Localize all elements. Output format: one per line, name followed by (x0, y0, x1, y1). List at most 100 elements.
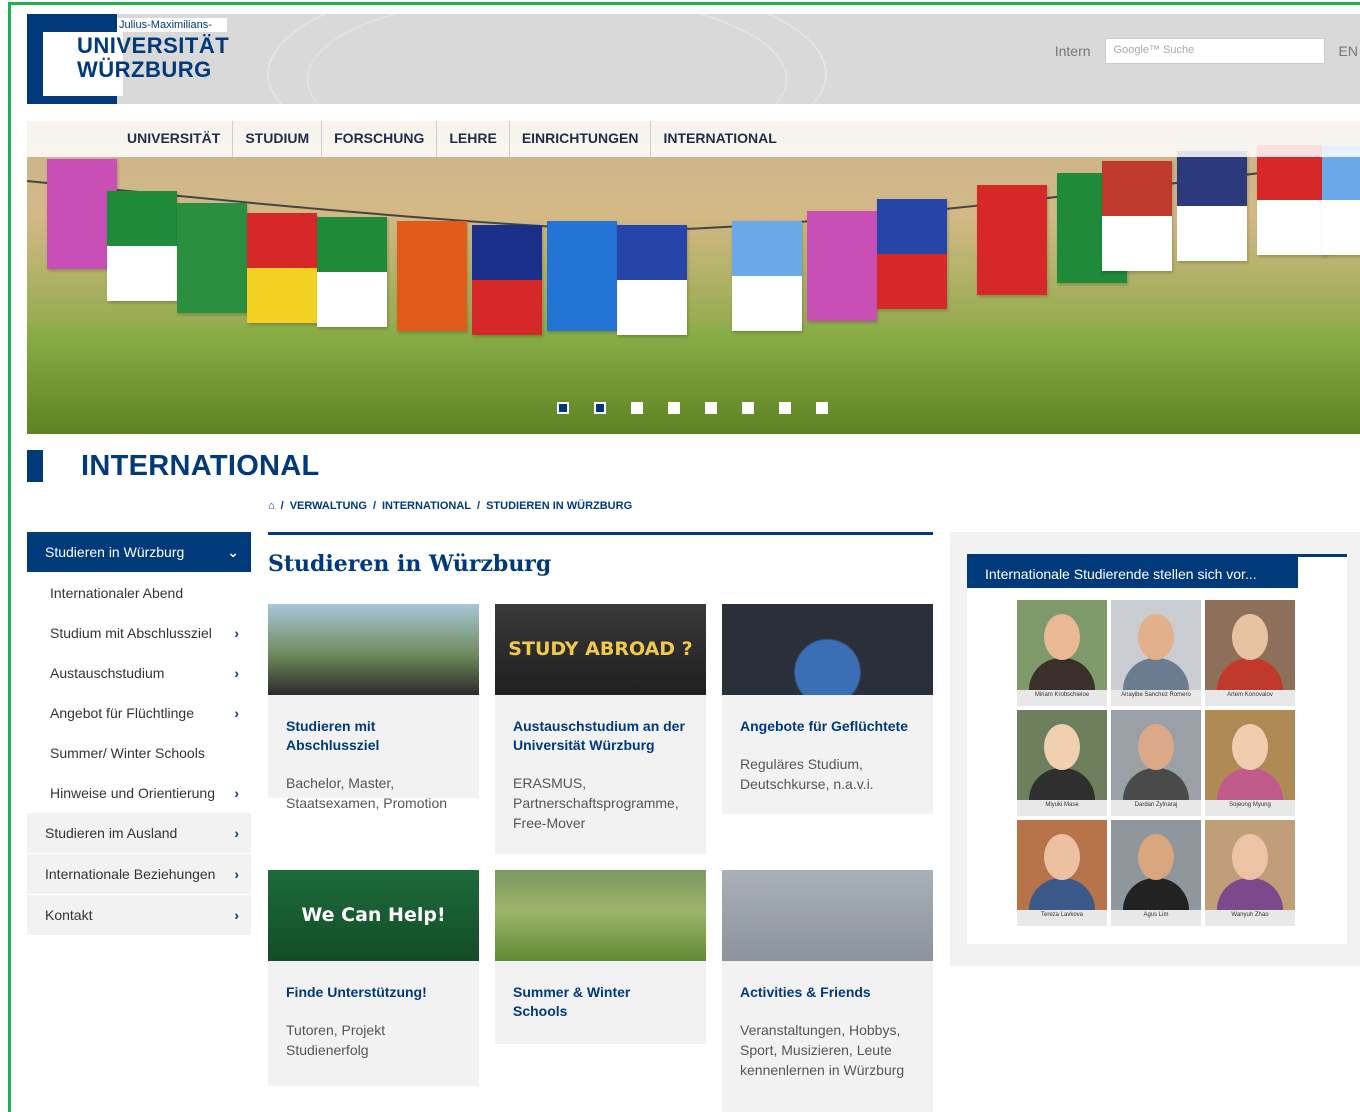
card-title[interactable]: Austauschstudium an der Universität Würz… (513, 717, 688, 755)
photo-head (1044, 614, 1080, 660)
student-photo-5[interactable]: Dardan Zylnaraj (1111, 710, 1201, 816)
students-panel: Internationale Studierende stellen sich … (950, 532, 1360, 966)
photo-head (1138, 834, 1174, 880)
student-photo-1[interactable]: Miriam Krobschieloe (1017, 600, 1107, 706)
section-title: INTERNATIONAL (27, 450, 320, 482)
chevron-right-icon: › (234, 785, 239, 801)
student-photo-6[interactable]: Sojeong Myung (1205, 710, 1295, 816)
card-title[interactable]: Summer & Winter Schools (513, 983, 688, 1021)
sidebar-item-8[interactable]: Studieren im Ausland › (27, 813, 251, 854)
students-photo-grid[interactable]: Miriam Krobschieloe Anayibe Sanchez Romer… (1017, 600, 1295, 926)
teaser-card-1[interactable]: Studieren mit Abschlussziel Bachelor, Mas… (268, 604, 479, 811)
nav-item-lehre[interactable]: LEHRE (436, 121, 508, 157)
teaser-card-5[interactable]: Summer & Winter Schools (495, 870, 706, 1044)
sidebar-item-7[interactable]: Hinweise und Orientierung › (27, 773, 251, 813)
slider-dot-5[interactable] (705, 402, 717, 414)
sidebar-item-label: Studieren in Würzburg (45, 544, 185, 560)
sidebar-item-label: Internationaler Abend (50, 585, 184, 601)
chevron-right-icon: › (234, 825, 239, 841)
card-image[interactable] (722, 604, 933, 695)
sidebar-item-2[interactable]: Internationaler Abend (27, 573, 251, 613)
nav-item-international[interactable]: INTERNATIONAL (650, 121, 788, 157)
card-title[interactable]: Studieren mit Abschlussziel (286, 717, 461, 755)
nav-item-einrichtungen[interactable]: EINRICHTUNGEN (508, 121, 651, 157)
slider-dot-2[interactable] (594, 402, 606, 414)
photo-head (1044, 724, 1080, 770)
flag-17 (1257, 145, 1327, 255)
card-title[interactable]: Activities & Friends (740, 983, 915, 1002)
breadcrumb-item-2[interactable]: INTERNATIONAL (382, 500, 471, 520)
chevron-right-icon: › (234, 705, 239, 721)
card-body: Angebote für Geflüchtete Reguläres Studiu… (722, 695, 933, 808)
breadcrumb-item-3[interactable]: STUDIEREN IN WÜRZBURG (486, 500, 632, 520)
logo-line-2: WÜRZBURG (77, 57, 212, 82)
slider-dot-6[interactable] (742, 402, 754, 414)
sidebar-item-label: Studium mit Abschlussziel (50, 625, 212, 641)
student-photo-8[interactable]: Agus Lim (1111, 820, 1201, 926)
card-image[interactable]: STUDY ABROAD ? (495, 604, 706, 695)
slider-dot-7[interactable] (779, 402, 791, 414)
teaser-card-4[interactable]: We Can Help! Finde Unterstützung! Tutoren,… (268, 870, 479, 1086)
card-image-caption: STUDY ABROAD ? (508, 638, 693, 660)
card-title[interactable]: Finde Unterstützung! (286, 983, 461, 1002)
student-name: Agus Lim (1143, 912, 1169, 918)
flag-12 (877, 199, 947, 309)
card-image[interactable]: We Can Help! (268, 870, 479, 961)
home-icon[interactable]: ⌂ (268, 500, 275, 520)
teaser-card-3[interactable]: Angebote für Geflüchtete Reguläres Studiu… (722, 604, 933, 814)
sidebar-item-4[interactable]: Austauschstudium › (27, 653, 251, 693)
photo-head (1232, 834, 1268, 880)
students-panel-line (967, 554, 1347, 557)
card-image[interactable] (722, 870, 933, 961)
student-name: Sojeong Myung (1229, 802, 1271, 808)
sidebar-item-9[interactable]: Internationale Beziehungen › (27, 854, 251, 895)
university-logo[interactable]: Julius-Maximilians- UNIVERSITÄT WÜRZBURG (27, 14, 229, 104)
flag-6 (397, 221, 467, 331)
card-image[interactable] (495, 870, 706, 961)
photo-head (1138, 724, 1174, 770)
card-text: Tutoren, Projekt Studienerfolg (286, 1022, 386, 1058)
chevron-right-icon: › (234, 625, 239, 641)
intern-link[interactable]: Intern (1055, 43, 1091, 59)
sidebar-item-6[interactable]: Summer/ Winter Schools (27, 733, 251, 773)
card-image-caption: We Can Help! (301, 904, 446, 926)
nav-item-studium[interactable]: STUDIUM (232, 121, 321, 157)
sidebar-item-label: Angebot für Flüchtlinge (50, 705, 194, 721)
sidebar-item-1[interactable]: Studieren in Würzburg ⌄ (27, 532, 251, 573)
card-text: Reguläres Studium, Deutschkurse, n.a.v.i… (740, 756, 874, 792)
student-photo-4[interactable]: Miyuki Mase (1017, 710, 1107, 816)
sidebar-item-5[interactable]: Angebot für Flüchtlinge › (27, 693, 251, 733)
teaser-card-2[interactable]: STUDY ABROAD ? Austauschstudium an der Un… (495, 604, 706, 854)
students-panel-title[interactable]: Internationale Studierende stellen sich … (967, 554, 1298, 588)
slider-dot-4[interactable] (668, 402, 680, 414)
flag-9 (617, 225, 687, 335)
student-photo-9[interactable]: Wanyuh Zhao (1205, 820, 1295, 926)
slider-dot-1[interactable] (557, 402, 569, 414)
card-title[interactable]: Angebote für Geflüchtete (740, 717, 915, 736)
flag-5 (317, 217, 387, 327)
card-text: Bachelor, Master, Staatsexamen, Promotio… (286, 775, 448, 811)
flag-10 (732, 221, 802, 331)
page-title: Studieren in Würzburg (268, 551, 552, 577)
search-input[interactable]: Google™ Suche (1104, 38, 1325, 64)
sidebar-item-label: Internationale Beziehungen (45, 866, 216, 882)
sidebar-item-10[interactable]: Kontakt › (27, 895, 251, 936)
slider-dot-3[interactable] (631, 402, 643, 414)
student-photo-3[interactable]: Artem Konovalov (1205, 600, 1295, 706)
sidebar-item-label: Summer/ Winter Schools (50, 745, 205, 761)
photo-head (1232, 614, 1268, 660)
nav-item-forschung[interactable]: FORSCHUNG (321, 121, 436, 157)
teaser-card-6[interactable]: Activities & Friends Veranstaltungen, Hob… (722, 870, 933, 1112)
slider-dot-8[interactable] (816, 402, 828, 414)
student-photo-2[interactable]: Anayibe Sanchez Romero (1111, 600, 1201, 706)
card-body: Summer & Winter Schools (495, 961, 706, 1035)
university-seal-watermark-inner (307, 14, 787, 104)
student-photo-7[interactable]: Tereza Lavkova (1017, 820, 1107, 926)
card-body: Activities & Friends Veranstaltungen, Hob… (722, 961, 933, 1094)
sidebar-item-3[interactable]: Studium mit Abschlussziel › (27, 613, 251, 653)
card-image[interactable] (268, 604, 479, 695)
card-body: Finde Unterstützung! Tutoren, Projekt Stu… (268, 961, 479, 1074)
breadcrumb-item-1[interactable]: VERWALTUNG (290, 500, 367, 520)
nav-item-universität[interactable]: UNIVERSITÄT (115, 121, 232, 157)
language-switch-en[interactable]: EN (1339, 43, 1358, 59)
